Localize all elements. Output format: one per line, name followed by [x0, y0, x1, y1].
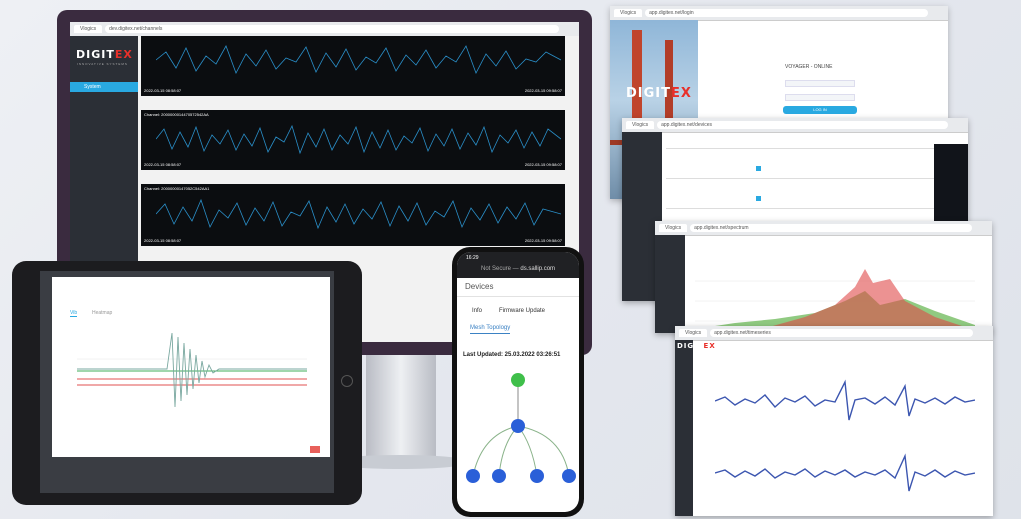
phone-time: 16:29 — [466, 255, 479, 261]
phone-tab-mesh-topology[interactable]: Mesh Topology — [470, 325, 511, 334]
tablet-tab-vib[interactable]: Vib — [70, 310, 78, 317]
channel-start-time: 2022-03-15 08:58:07 — [144, 162, 182, 167]
timeseries-brand-logo: DIGITEX — [677, 342, 716, 350]
brand-logo: DIGITEX — [76, 48, 133, 61]
spectrum-chart — [695, 269, 975, 331]
tablet-home-button[interactable] — [341, 375, 353, 387]
waveform-line — [156, 198, 561, 230]
timeseries-line — [715, 453, 975, 492]
decay-waveform — [77, 332, 307, 408]
phone-tab-firmware-update[interactable]: Firmware Update — [499, 308, 545, 314]
table-row — [666, 178, 956, 179]
login-button[interactable]: LOG IN — [783, 106, 857, 114]
waveform-chart — [156, 198, 561, 230]
timeseries-sidebar — [675, 340, 693, 516]
channel-panel: Channel: 2000000014470572542AA 2022-03-1… — [141, 110, 565, 170]
table-row — [666, 208, 956, 209]
phone-divider — [457, 296, 579, 297]
tablet-dialog: Vib Heatmap — [52, 277, 330, 457]
phone-status-bar: 16:29 Not Secure — ds.sallip.com — [457, 252, 579, 278]
channel-start-time: 2022-03-15 08:58:07 — [144, 238, 182, 243]
dark-preview-panel — [934, 144, 968, 224]
spectrum-sidebar — [655, 235, 685, 333]
mesh-topology-graph — [466, 373, 576, 483]
waveform-line — [156, 124, 561, 155]
timeseries-chart-top — [715, 379, 975, 421]
toggle-icon[interactable] — [756, 196, 761, 201]
login-brand-logo: DIGITEX — [626, 86, 692, 101]
channel-end-time: 2022-03-15 09:58:07 — [524, 162, 562, 167]
channel-end-time: 2022-03-15 09:58:07 — [524, 238, 562, 243]
timeseries-window: Vlogics app.digitex.net/timeseries DIGITE… — [675, 326, 993, 516]
brand-tagline: INNOVATIVE SYSTEMS — [77, 62, 128, 66]
mesh-leaf-node — [530, 469, 544, 483]
login-title: VOYAGER - ONLINE — [785, 64, 833, 70]
mesh-root-node — [511, 373, 525, 387]
channel-end-time: 2022-03-15 09:58:07 — [524, 88, 562, 93]
channel-label: Channel: 20000000147052C542AA1 — [144, 186, 210, 191]
mesh-leaf-node — [466, 469, 480, 483]
tablet-tab-heatmap[interactable]: Heatmap — [92, 310, 112, 316]
monitor-stand-neck — [366, 350, 436, 460]
mesh-leaf-node — [492, 469, 506, 483]
channel-panel: 2022-03-15 08:58:07 2022-03-15 09:58:07 — [141, 36, 565, 96]
phone-screen: 16:29 Not Secure — ds.sallip.com Devices… — [457, 252, 579, 512]
tablet-decay-chart — [77, 332, 307, 408]
tablet-close-button[interactable] — [310, 446, 320, 453]
username-field[interactable] — [785, 80, 855, 87]
channel-start-time: 2022-03-15 08:58:07 — [144, 88, 182, 93]
mesh-hub-node — [511, 419, 525, 433]
waveform-chart — [156, 45, 561, 74]
spectrum-window: Vlogics app.digitex.net/spectrum — [655, 221, 992, 333]
channel-label: Channel: 2000000014470572542AA — [144, 112, 209, 117]
waveform-line — [156, 45, 561, 74]
table-row — [666, 148, 956, 149]
sidebar-item-system[interactable]: System — [70, 82, 138, 92]
phone-url-bar[interactable]: Not Secure — ds.sallip.com — [481, 266, 555, 272]
timeseries-chart-bottom — [715, 453, 975, 492]
toggle-icon[interactable] — [756, 166, 761, 171]
timeseries-line — [715, 379, 975, 421]
phone-tab-info[interactable]: Info — [472, 308, 482, 314]
channel-panel: Channel: 20000000147052C542AA1 2022-03-1… — [141, 184, 565, 246]
phone-last-updated: Last Updated: 25.03.2022 03:26:51 — [463, 352, 561, 358]
password-field[interactable] — [785, 94, 855, 101]
mesh-leaf-node — [562, 469, 576, 483]
tablet-screen: Vib Heatmap — [40, 271, 334, 493]
waveform-chart — [156, 124, 561, 155]
phone-header: Devices — [465, 282, 494, 291]
